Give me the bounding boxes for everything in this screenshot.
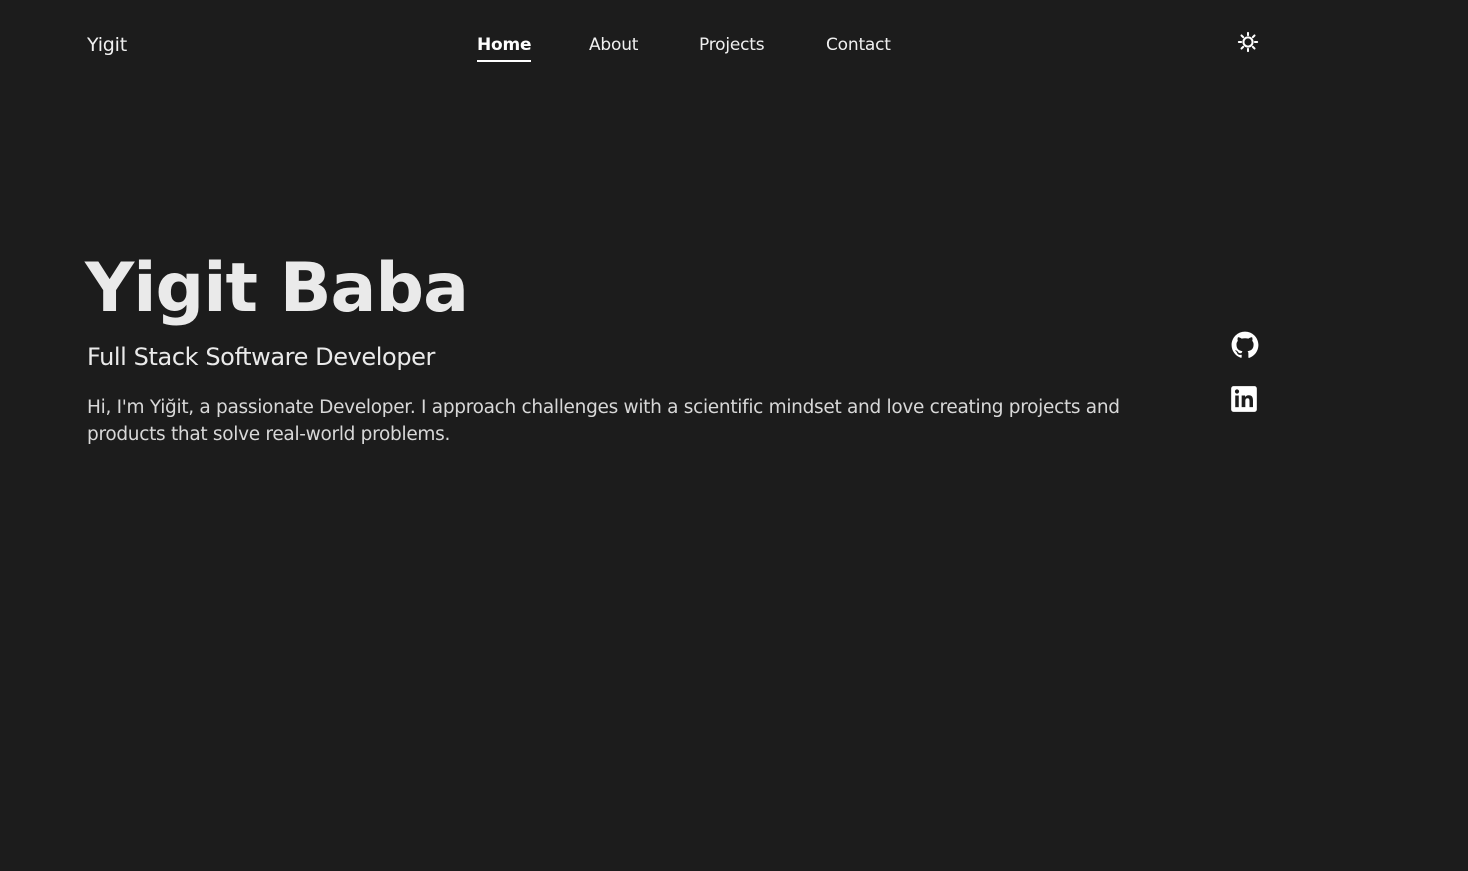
nav-link-home[interactable]: Home [477, 32, 532, 62]
hero-role: Full Stack Software Developer [87, 343, 436, 371]
linkedin-link[interactable] [1229, 384, 1259, 414]
github-link[interactable] [1230, 330, 1260, 360]
github-icon [1231, 331, 1259, 359]
nav-link-projects[interactable]: Projects [699, 32, 765, 58]
nav-link-contact[interactable]: Contact [826, 32, 891, 58]
hero-intro: Hi, I'm Yiğit, a passionate Developer. I… [87, 397, 1120, 445]
hero-name: Yigit Baba [85, 249, 469, 328]
theme-toggle-button[interactable] [1236, 30, 1260, 54]
linkedin-icon [1230, 385, 1258, 413]
sun-icon [1237, 31, 1259, 53]
nav-link-about[interactable]: About [589, 32, 638, 58]
page: Yigit Home About Projects Contact Yigit … [0, 0, 1468, 871]
brand-link[interactable]: Yigit [87, 32, 127, 58]
